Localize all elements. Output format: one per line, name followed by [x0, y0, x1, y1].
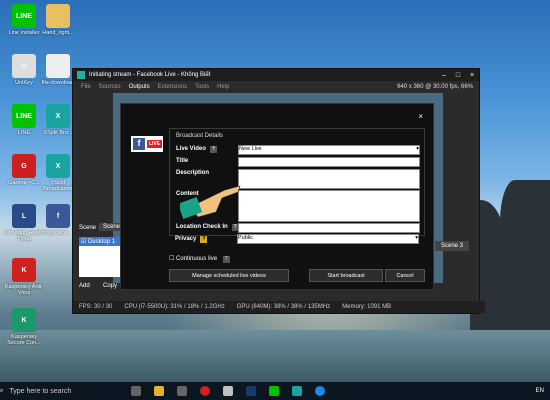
- kaspersky-av-image: K: [12, 258, 36, 282]
- live-video-select[interactable]: New Live ▾: [238, 145, 420, 155]
- facebook-f-icon: f: [133, 138, 145, 150]
- facebook-logo-image: f: [46, 204, 70, 228]
- menu-tools[interactable]: Tools: [195, 84, 209, 90]
- desktop-icon-label: Hand_right...: [42, 30, 74, 36]
- content-input[interactable]: [238, 190, 420, 222]
- dialog-close-icon[interactable]: ×: [418, 112, 423, 121]
- opera-icon[interactable]: [200, 386, 211, 396]
- location-input[interactable]: [238, 223, 420, 233]
- unikey-image: U: [12, 54, 36, 78]
- store-icon[interactable]: [177, 386, 188, 396]
- facebook-live-logo: f LIVE: [131, 136, 163, 152]
- hand-file-icon[interactable]: Hand_right...: [36, 4, 80, 36]
- minimize-icon[interactable]: –: [437, 72, 451, 79]
- warning-icon: ?: [200, 236, 208, 243]
- kaspersky-secure-image: K: [12, 308, 36, 332]
- live-video-label: Live Video?: [176, 146, 217, 153]
- cpu-readout: CPU (i7-5500U): 31% / 18% / 1.2GHz: [124, 304, 225, 310]
- line-installer-image: LINE: [12, 4, 36, 28]
- xsplit-taskbar-icon[interactable]: [292, 386, 303, 396]
- privacy-select[interactable]: Public ▾: [237, 234, 419, 244]
- file-explorer-icon[interactable]: [154, 386, 165, 396]
- facebook-live-dialog[interactable]: × f LIVE Broadcast Details Live Video? N…: [120, 103, 434, 290]
- continuous-live-checkbox[interactable]: ☐ Continuous live ?: [169, 255, 230, 263]
- location-label: Location Check In?: [176, 224, 239, 231]
- description-input[interactable]: [238, 169, 420, 189]
- cancel-button[interactable]: Cancel: [385, 269, 425, 282]
- language-indicator[interactable]: EN: [536, 388, 544, 394]
- kaspersky-av-icon[interactable]: K Kaspersky Anti-Virus: [2, 258, 46, 296]
- line-image: LINE: [12, 104, 36, 128]
- line-taskbar-icon[interactable]: [269, 386, 280, 396]
- xsplit-broadcaster-image: X: [46, 104, 70, 128]
- section-title: Broadcast Details: [176, 133, 224, 139]
- scene-label: Scene: [79, 225, 97, 231]
- search-icon[interactable]: ⌕: [0, 388, 3, 395]
- gpu-readout: GPU (840M): 38% / 38% / 135MHz: [236, 304, 331, 310]
- maximize-icon[interactable]: □: [451, 72, 465, 79]
- menu-bar: File Sources Outputs Extensions Tools He…: [73, 81, 479, 92]
- live-badge: LIVE: [147, 140, 163, 148]
- desktop-icon-label: Kaspersky Anti-Virus: [4, 284, 44, 296]
- search-box[interactable]: Type here to search: [9, 388, 71, 395]
- copy-button[interactable]: Copy: [103, 283, 117, 289]
- close-icon[interactable]: ×: [465, 72, 479, 79]
- window-titlebar[interactable]: Initiating stream - Facebook Live - Khôn…: [73, 69, 479, 81]
- lol-image: L: [12, 204, 36, 228]
- memory-readout: Memory: 1091 MB: [342, 304, 392, 310]
- add-button[interactable]: Add: [79, 283, 90, 289]
- menu-outputs[interactable]: Outputs: [129, 84, 150, 90]
- app-icon[interactable]: [223, 386, 234, 396]
- resolution-readout[interactable]: 640 x 360 @ 30.00 fps, 66%: [397, 84, 473, 90]
- hand-pointer-icon: [180, 185, 241, 219]
- kaspersky-secure-icon[interactable]: K Kaspersky Secure Con...: [2, 308, 46, 346]
- taskbar: ⌕ Type here to search EN: [0, 382, 550, 400]
- privacy-label: Privacy?: [175, 236, 208, 243]
- start-broadcast-button[interactable]: Start broadcast: [309, 269, 383, 282]
- menu-sources[interactable]: Sources: [99, 84, 121, 90]
- window-title: Initiating stream - Facebook Live - Khôn…: [89, 72, 211, 78]
- menu-file[interactable]: File: [81, 84, 91, 90]
- file-image: [46, 54, 70, 78]
- garena-image: G: [12, 154, 36, 178]
- title-label: Title: [176, 158, 189, 164]
- edge-icon[interactable]: [315, 386, 326, 396]
- title-input[interactable]: [238, 157, 420, 167]
- menu-extensions[interactable]: Extensions: [158, 84, 187, 90]
- wallpaper-sea: [0, 330, 550, 382]
- help-icon: ?: [209, 146, 217, 153]
- manage-scheduled-button[interactable]: Manage scheduled live videos: [169, 269, 289, 282]
- menu-help[interactable]: Help: [217, 84, 229, 90]
- hand-file-image: [46, 4, 70, 28]
- desktop-icon-label: Kaspersky Secure Con...: [7, 334, 41, 346]
- scene3-button[interactable]: Scene 3: [435, 241, 470, 251]
- fps-readout: FPS: 30 / 30: [79, 304, 113, 310]
- xsplit-image: X: [46, 154, 70, 178]
- status-bar: FPS: 30 / 30 CPU (i7-5500U): 31% / 18% /…: [73, 301, 485, 313]
- task-view-icon[interactable]: [131, 386, 142, 396]
- photoshop-icon[interactable]: [246, 386, 257, 396]
- xsplit-logo-icon: [77, 71, 85, 79]
- help-icon: ?: [222, 256, 230, 263]
